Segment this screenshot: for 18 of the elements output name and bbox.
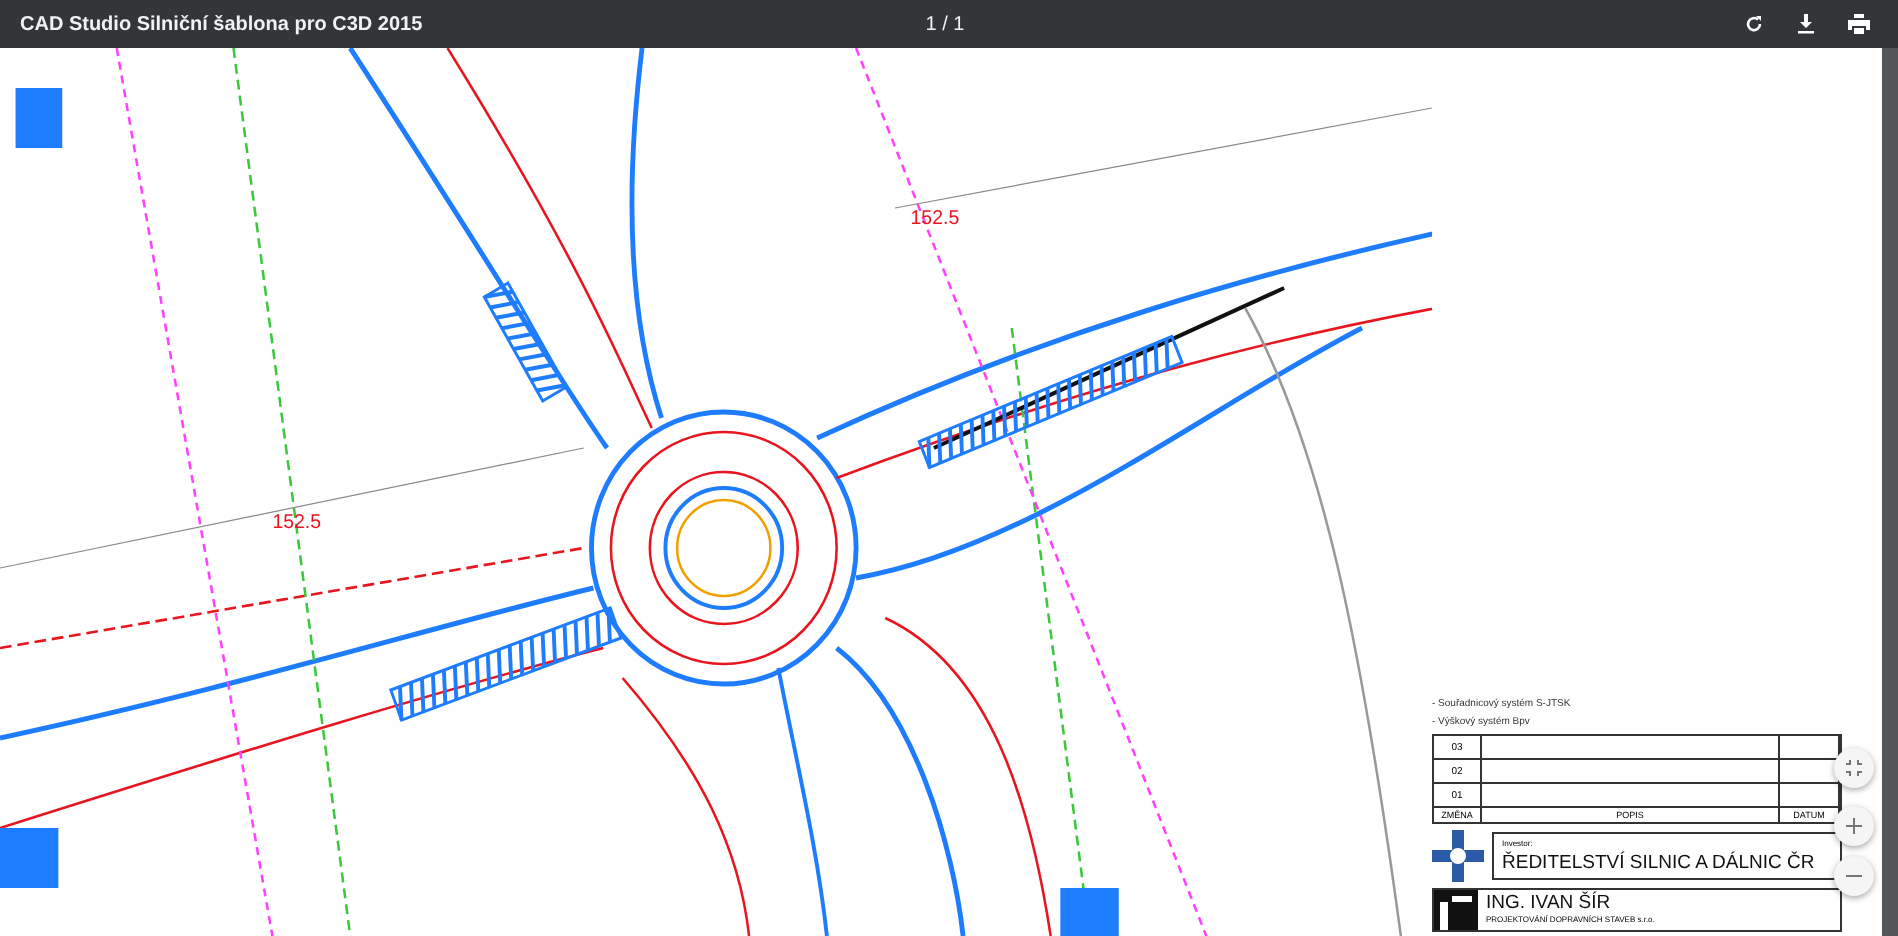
page-indicator: 1 / 1 [923, 13, 967, 35]
document-title: CAD Studio Silniční šablona pro C3D 2015 [20, 13, 425, 35]
hatched-area [482, 281, 569, 403]
road-sign [15, 88, 63, 148]
cross-logo-icon [1432, 830, 1484, 882]
fit-page-icon [1846, 760, 1862, 776]
company-logo-icon [1434, 890, 1478, 930]
elevation-label: 152.5 [910, 207, 960, 231]
road-sign [1060, 888, 1119, 936]
road-sign [0, 828, 59, 888]
print-icon[interactable] [1847, 14, 1870, 34]
investor-name: ŘEDITELSTVÍ SILNIC A DÁLNIC ČR [1502, 852, 1817, 874]
minus-icon [1846, 874, 1862, 878]
designer-name: ING. IVAN ŠÍR [1486, 892, 1613, 914]
rotate-icon[interactable] [1743, 14, 1764, 34]
download-icon[interactable] [1795, 14, 1816, 34]
elevation-label: 152.5 [272, 511, 322, 535]
plus-icon [1846, 818, 1862, 834]
